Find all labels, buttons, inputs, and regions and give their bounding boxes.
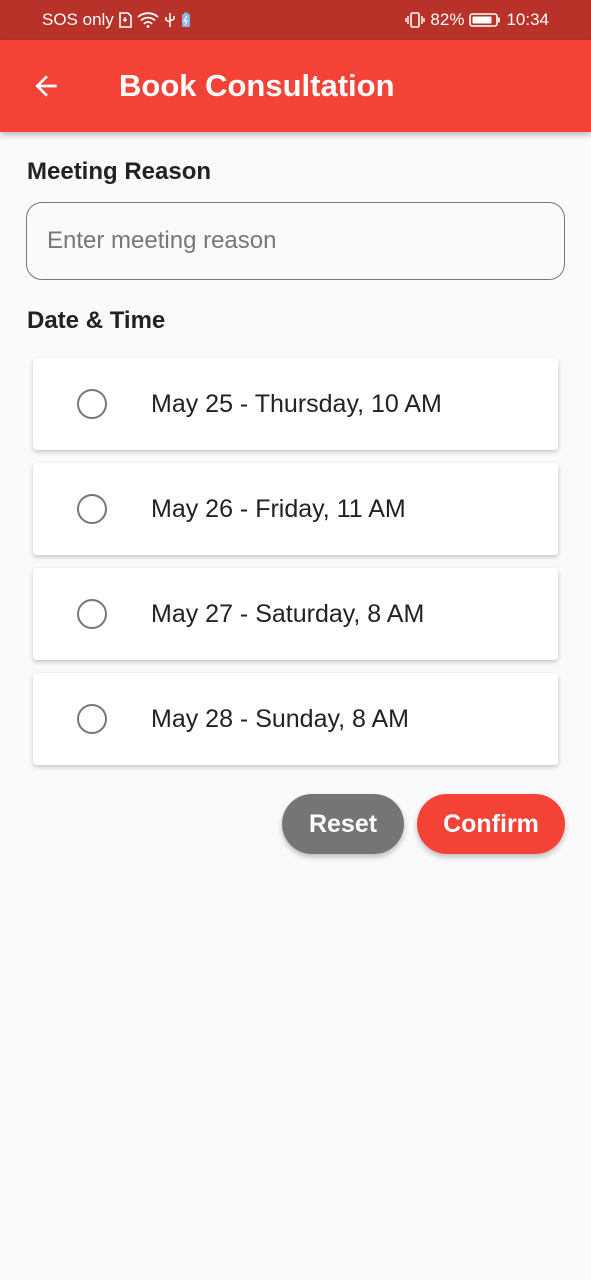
app-bar: Book Consultation	[0, 40, 591, 132]
arrow-back-icon	[35, 75, 57, 97]
meeting-reason-input[interactable]	[26, 202, 565, 280]
time-slot-label: May 25 - Thursday, 10 AM	[151, 389, 442, 418]
status-bar-right: 82% 10:34	[405, 10, 549, 30]
wifi-icon	[137, 12, 159, 28]
time-slot-label: May 26 - Friday, 11 AM	[151, 494, 406, 523]
status-bar: SOS only 82% 10:34	[0, 0, 591, 40]
battery-icon	[469, 12, 501, 28]
radio-unchecked-icon[interactable]	[77, 599, 107, 629]
battery-percent-text: 82%	[430, 10, 465, 29]
time-slot-option[interactable]: May 28 - Sunday, 8 AM	[33, 673, 558, 765]
time-slot-option[interactable]: May 27 - Saturday, 8 AM	[33, 568, 558, 660]
usb-icon	[164, 12, 176, 28]
vibrate-icon	[405, 12, 426, 28]
sim-card-icon	[119, 12, 132, 28]
time-slot-label: May 27 - Saturday, 8 AM	[151, 599, 425, 628]
date-time-label: Date & Time	[27, 307, 166, 334]
confirm-button[interactable]: Confirm	[417, 794, 565, 854]
status-bar-left: SOS only	[42, 10, 191, 30]
time-slot-option[interactable]: May 26 - Friday, 11 AM	[33, 463, 558, 555]
radio-unchecked-icon[interactable]	[77, 494, 107, 524]
battery-saver-icon	[181, 12, 191, 28]
radio-unchecked-icon[interactable]	[77, 389, 107, 419]
time-slot-option[interactable]: May 25 - Thursday, 10 AM	[33, 358, 558, 450]
meeting-reason-label: Meeting Reason	[27, 158, 212, 185]
carrier-text: SOS only	[42, 10, 114, 29]
reset-button[interactable]: Reset	[282, 794, 404, 854]
clock-text: 10:34	[506, 10, 549, 29]
back-button[interactable]	[0, 40, 92, 132]
page-title: Book Consultation	[119, 68, 395, 103]
time-slot-label: May 28 - Sunday, 8 AM	[151, 704, 409, 733]
radio-unchecked-icon[interactable]	[77, 704, 107, 734]
